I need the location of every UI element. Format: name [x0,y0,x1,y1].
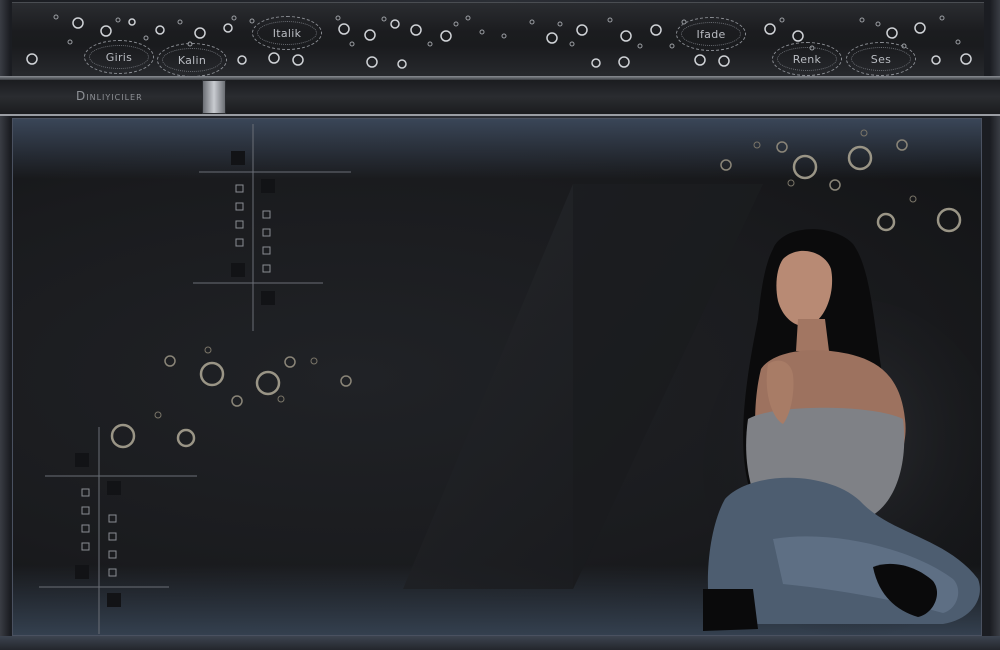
listeners-resize-handle[interactable] [202,80,226,114]
decorative-background [39,124,981,635]
ses-label: Ses [870,52,892,66]
kalin-button[interactable]: Kalin [157,43,227,77]
crosshair-bottom-left [39,427,197,634]
italik-label: Italik [272,26,302,40]
renk-label: Renk [792,52,822,66]
giris-label: Giris [105,50,133,64]
chat-area[interactable] [12,118,982,636]
woman-portrait-image [703,229,981,635]
giris-button[interactable]: Giris [84,40,154,74]
italik-button[interactable]: Italik [252,16,322,50]
kalin-label: Kalin [177,53,207,67]
window-bottom-edge [0,636,1000,650]
ses-button[interactable]: Ses [846,42,916,76]
format-toolbar: Giris Kalin Italik Ifade Renk Ses [12,2,984,77]
listeners-bar[interactable]: Dinliyiciler [0,80,1000,116]
renk-button[interactable]: Renk [772,42,842,76]
ifade-label: Ifade [696,27,726,41]
listeners-label: Dinliyiciler [76,89,143,103]
ifade-button[interactable]: Ifade [676,17,746,51]
crosshair-top-left [193,124,351,331]
